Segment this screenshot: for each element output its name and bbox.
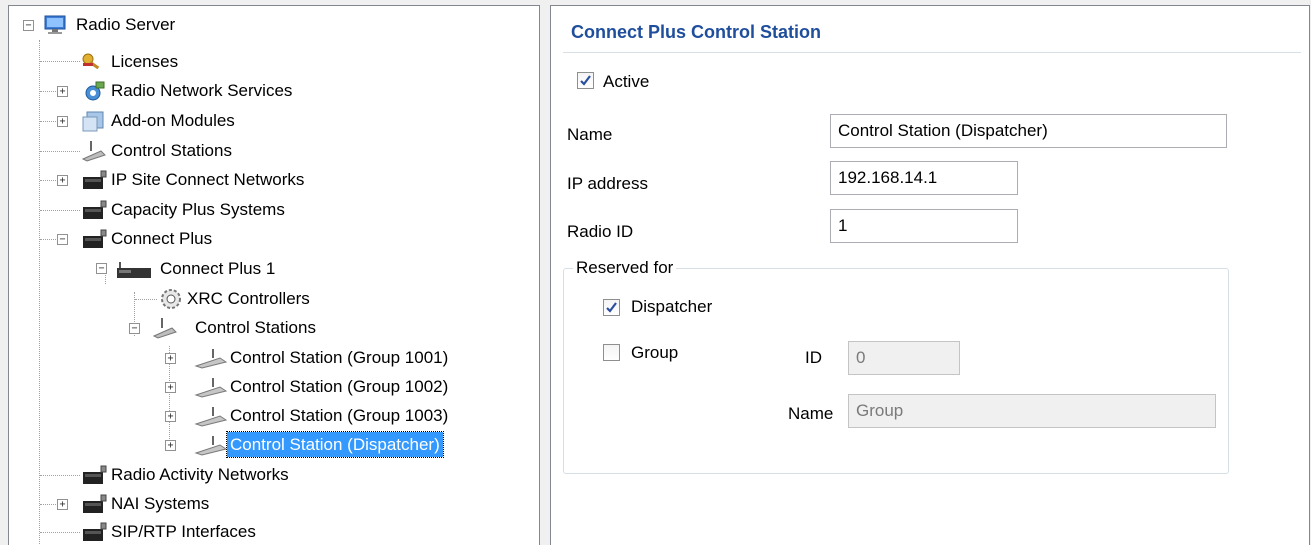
collapse-toggle[interactable]: −	[57, 234, 68, 245]
tree-item-label: Control Stations	[111, 141, 232, 160]
checkmark-icon	[606, 302, 617, 313]
tree-item-control-station-group-1001[interactable]: + Control Station (Group 1001)	[9, 343, 539, 373]
tree-item-label: NAI Systems	[111, 494, 210, 513]
tree-item-label: Control Station (Group 1001)	[230, 348, 449, 367]
tree-item-label: Control Stations	[195, 318, 316, 337]
tree-item-ip-site-connect-networks[interactable]: + IP Site Connect Networks	[9, 165, 539, 195]
repeater-icon	[83, 170, 107, 189]
group-checkbox[interactable]	[603, 344, 620, 361]
collapse-toggle[interactable]: −	[129, 323, 140, 334]
group-name-field[interactable]	[848, 394, 1216, 428]
active-label: Active	[603, 72, 650, 91]
tree-item-connect-plus[interactable]: − Connect Plus	[9, 224, 539, 254]
tree-item-label: SIP/RTP Interfaces	[111, 522, 256, 541]
name-label: Name	[567, 125, 613, 144]
tree-item-label: Capacity Plus Systems	[111, 200, 285, 219]
tree-item-label: Connect Plus 1	[160, 259, 276, 278]
dispatcher-label: Dispatcher	[631, 297, 713, 316]
repeater-icon	[83, 229, 107, 248]
tree-item-control-station-dispatcher[interactable]: + Control Station (Dispatcher)	[9, 430, 539, 460]
tree-item-control-stations[interactable]: Control Stations	[9, 136, 539, 166]
tree-item-sip-rtp-interfaces[interactable]: SIP/RTP Interfaces	[9, 517, 539, 545]
key-icon	[82, 53, 100, 70]
expand-toggle[interactable]: +	[57, 116, 68, 127]
tree-item-xrc-controllers[interactable]: XRC Controllers	[9, 284, 539, 314]
expand-toggle[interactable]: +	[57, 499, 68, 510]
group-id-field[interactable]	[848, 341, 960, 375]
properties-panel: Connect Plus Control Station Active Name…	[550, 5, 1310, 545]
tree-item-radio-activity-networks[interactable]: Radio Activity Networks	[9, 460, 539, 490]
name-field[interactable]	[830, 114, 1227, 148]
tree-item-label: Radio Network Services	[111, 81, 293, 100]
tree-item-control-station-group-1002[interactable]: + Control Station (Group 1002)	[9, 372, 539, 402]
radio-id-label: Radio ID	[567, 222, 634, 241]
repeater-icon	[83, 200, 107, 219]
tree-item-label: Connect Plus	[111, 229, 213, 248]
tree-item-add-on-modules[interactable]: + Add-on Modules	[9, 106, 539, 136]
title-divider	[563, 52, 1301, 53]
tree-item-label: XRC Controllers	[187, 289, 310, 308]
tree-item-control-stations-sub[interactable]: − Control Stations	[9, 313, 539, 343]
monitor-icon	[44, 15, 66, 34]
tree-item-radio-server[interactable]: − Radio Server	[9, 10, 539, 40]
collapse-toggle[interactable]: −	[96, 263, 107, 274]
tree-item-label: Radio Activity Networks	[111, 465, 289, 484]
expand-toggle[interactable]: +	[57, 86, 68, 97]
expand-toggle[interactable]: +	[165, 440, 176, 451]
expand-toggle[interactable]: +	[165, 411, 176, 422]
repeater-icon	[83, 494, 107, 513]
repeater-icon	[83, 465, 107, 484]
tree-item-label: IP Site Connect Networks	[111, 170, 305, 189]
radio-icon	[81, 141, 106, 162]
active-checkbox[interactable]	[577, 72, 594, 89]
reserved-for-legend: Reserved for	[573, 258, 677, 278]
tree-item-nai-systems[interactable]: + NAI Systems	[9, 489, 539, 519]
radio-icon	[194, 378, 228, 398]
modules-icon	[82, 111, 104, 132]
expand-toggle[interactable]: +	[57, 175, 68, 186]
ip-address-label: IP address	[567, 174, 648, 193]
tree-item-control-station-group-1003[interactable]: + Control Station (Group 1003)	[9, 401, 539, 431]
tree-item-label: Add-on Modules	[111, 111, 235, 130]
tree-item-connect-plus-1[interactable]: − Connect Plus 1	[9, 254, 539, 284]
tree-item-capacity-plus-systems[interactable]: Capacity Plus Systems	[9, 195, 539, 225]
tree-item-label: Control Station (Group 1002)	[230, 377, 449, 396]
controller-icon	[161, 289, 181, 309]
dispatcher-checkbox[interactable]	[603, 299, 620, 316]
tree-item-label: Licenses	[111, 52, 179, 71]
ip-address-field[interactable]	[830, 161, 1018, 195]
expand-toggle[interactable]: +	[165, 353, 176, 364]
group-id-label: ID	[805, 348, 822, 367]
navigation-tree[interactable]: − Radio Server Licenses + Radio Network …	[8, 5, 540, 545]
group-label: Group	[631, 343, 679, 362]
checkmark-icon	[580, 75, 591, 86]
group-name-label: Name	[788, 404, 834, 423]
tree-item-label: Control Station (Dispatcher)	[226, 431, 444, 458]
radio-icon	[194, 436, 228, 456]
device-icon	[117, 262, 151, 278]
radio-icon	[194, 407, 228, 427]
repeater-icon	[83, 522, 107, 541]
radio-icon	[152, 318, 177, 339]
radio-icon	[194, 349, 228, 369]
radio-id-field[interactable]	[830, 209, 1018, 243]
tree-item-label: Control Station (Group 1003)	[230, 406, 449, 425]
tree-item-label: Radio Server	[76, 15, 176, 34]
expand-toggle[interactable]: +	[165, 382, 176, 393]
tree-item-licenses[interactable]: Licenses	[9, 47, 539, 77]
tree-item-radio-network-services[interactable]: + Radio Network Services	[9, 76, 539, 106]
gear-network-icon	[85, 81, 105, 101]
collapse-toggle[interactable]: −	[23, 20, 34, 31]
panel-title: Connect Plus Control Station	[571, 22, 821, 42]
